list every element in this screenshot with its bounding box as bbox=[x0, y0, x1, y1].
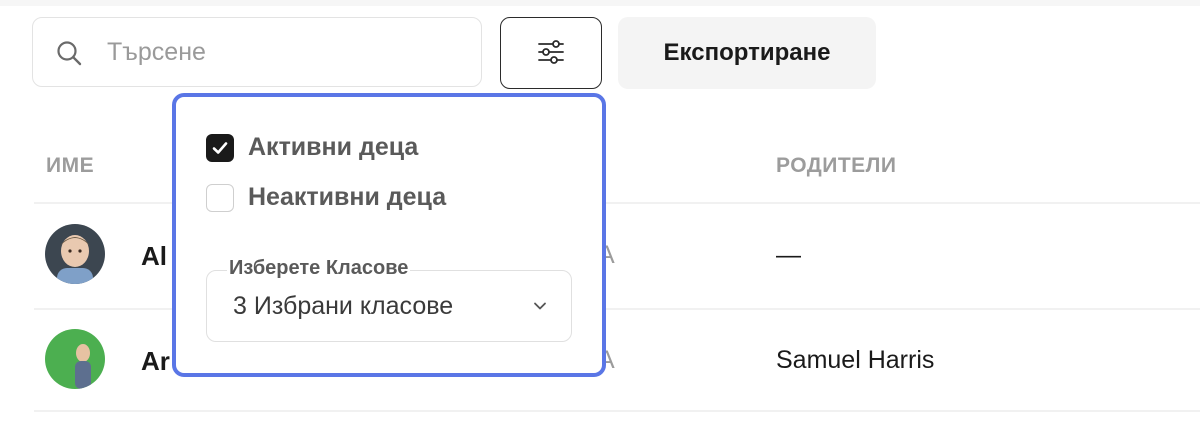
search-input[interactable] bbox=[107, 32, 467, 72]
filter-popover: Активни деца Неактивни деца Изберете Кла… bbox=[172, 93, 606, 377]
chevron-down-icon bbox=[529, 295, 551, 317]
parent-cell: — bbox=[776, 241, 801, 269]
child-name[interactable]: Al bbox=[141, 241, 167, 272]
column-header-parents[interactable]: РОДИТЕЛИ bbox=[776, 154, 897, 178]
class-select[interactable]: Изберете Класове 3 Избрани класове bbox=[206, 257, 572, 342]
child-name[interactable]: Ar bbox=[141, 346, 170, 377]
export-button[interactable]: Експортиране bbox=[618, 17, 876, 89]
active-children-option[interactable]: Активни деца bbox=[206, 133, 418, 162]
checkbox-label: Неактивни деца bbox=[248, 183, 447, 211]
class-select-value: 3 Избрани класове bbox=[233, 292, 454, 320]
avatar bbox=[45, 329, 105, 389]
parent-cell: Samuel Harris bbox=[776, 346, 935, 374]
filter-button[interactable] bbox=[500, 17, 602, 89]
table-divider bbox=[34, 410, 1200, 412]
inactive-children-option[interactable]: Неактивни деца bbox=[206, 183, 446, 212]
column-header-name[interactable]: ИМЕ bbox=[46, 154, 94, 178]
class-select-label: Изберете Класове bbox=[227, 257, 411, 280]
sliders-icon bbox=[536, 37, 566, 70]
top-strip bbox=[0, 0, 1200, 6]
check-icon bbox=[212, 141, 228, 154]
checkbox-label: Активни деца bbox=[248, 133, 419, 161]
avatar bbox=[45, 224, 105, 284]
checkbox-checked[interactable] bbox=[206, 133, 234, 162]
search-box[interactable] bbox=[32, 17, 482, 87]
search-icon bbox=[55, 39, 83, 67]
checkbox-unchecked[interactable] bbox=[206, 183, 234, 212]
